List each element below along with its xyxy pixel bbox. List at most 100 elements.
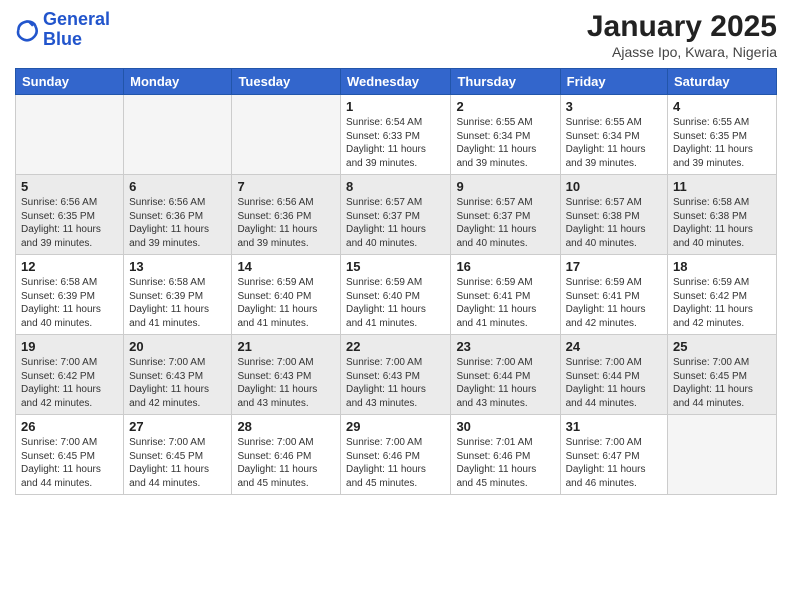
day-info: Sunrise: 7:00 AM Sunset: 6:45 PM Dayligh… — [21, 436, 118, 490]
calendar-cell: 25 Sunrise: 7:00 AM Sunset: 6:45 PM Dayli… — [668, 335, 777, 415]
calendar-cell — [668, 415, 777, 495]
day-number: 8 — [346, 179, 445, 194]
day-info: Sunrise: 7:00 AM Sunset: 6:44 PM Dayligh… — [456, 356, 554, 410]
day-info: Sunrise: 6:58 AM Sunset: 6:39 PM Dayligh… — [129, 276, 226, 330]
day-info: Sunrise: 6:55 AM Sunset: 6:34 PM Dayligh… — [566, 116, 662, 170]
calendar-week-row-2: 5Sunrise: 6:56 AM Sunset: 6:35 PM Daylig… — [16, 175, 777, 255]
calendar-cell: 5Sunrise: 6:56 AM Sunset: 6:35 PM Daylig… — [16, 175, 124, 255]
day-number: 10 — [566, 179, 662, 194]
day-info: Sunrise: 6:55 AM Sunset: 6:35 PM Dayligh… — [673, 116, 771, 170]
day-info: Sunrise: 6:56 AM Sunset: 6:36 PM Dayligh… — [129, 196, 226, 250]
calendar-cell: 1Sunrise: 6:54 AM Sunset: 6:33 PM Daylig… — [341, 95, 451, 175]
calendar-cell: 7 Sunrise: 6:56 AM Sunset: 6:36 PM Daylig… — [232, 175, 341, 255]
day-number: 19 — [21, 339, 118, 354]
day-info: Sunrise: 6:55 AM Sunset: 6:34 PM Dayligh… — [456, 116, 554, 170]
location: Ajasse Ipo, Kwara, Nigeria — [587, 44, 777, 60]
day-number: 14 — [237, 259, 335, 274]
calendar-cell: 16 Sunrise: 6:59 AM Sunset: 6:41 PM Dayli… — [451, 255, 560, 335]
weekday-header-monday: Monday — [124, 69, 232, 95]
calendar-cell: 9 Sunrise: 6:57 AM Sunset: 6:37 PM Daylig… — [451, 175, 560, 255]
calendar-cell: 11 Sunrise: 6:58 AM Sunset: 6:38 PM Dayli… — [668, 175, 777, 255]
day-info: Sunrise: 6:56 AM Sunset: 6:36 PM Dayligh… — [237, 196, 335, 250]
day-info: Sunrise: 7:01 AM Sunset: 6:46 PM Dayligh… — [456, 436, 554, 490]
day-number: 30 — [456, 419, 554, 434]
calendar-cell: 8 Sunrise: 6:57 AM Sunset: 6:37 PM Daylig… — [341, 175, 451, 255]
calendar-cell: 22 Sunrise: 7:00 AM Sunset: 6:43 PM Dayli… — [341, 335, 451, 415]
day-info: Sunrise: 6:58 AM Sunset: 6:39 PM Dayligh… — [21, 276, 118, 330]
day-info: Sunrise: 6:56 AM Sunset: 6:35 PM Dayligh… — [21, 196, 118, 250]
day-number: 12 — [21, 259, 118, 274]
page: General Blue January 2025 Ajasse Ipo, Kw… — [0, 0, 792, 612]
day-number: 4 — [673, 99, 771, 114]
logo-text: General Blue — [43, 10, 110, 50]
calendar-cell: 2 Sunrise: 6:55 AM Sunset: 6:34 PM Daylig… — [451, 95, 560, 175]
calendar-cell: 4 Sunrise: 6:55 AM Sunset: 6:35 PM Daylig… — [668, 95, 777, 175]
calendar-week-row-3: 12 Sunrise: 6:58 AM Sunset: 6:39 PM Dayli… — [16, 255, 777, 335]
day-number: 24 — [566, 339, 662, 354]
calendar-week-row-5: 26 Sunrise: 7:00 AM Sunset: 6:45 PM Dayli… — [16, 415, 777, 495]
day-number: 13 — [129, 259, 226, 274]
day-number: 21 — [237, 339, 335, 354]
day-number: 6 — [129, 179, 226, 194]
day-info: Sunrise: 6:59 AM Sunset: 6:41 PM Dayligh… — [456, 276, 554, 330]
day-info: Sunrise: 7:00 AM Sunset: 6:46 PM Dayligh… — [346, 436, 445, 490]
day-info: Sunrise: 6:57 AM Sunset: 6:37 PM Dayligh… — [456, 196, 554, 250]
weekday-header-tuesday: Tuesday — [232, 69, 341, 95]
calendar-cell: 26 Sunrise: 7:00 AM Sunset: 6:45 PM Dayli… — [16, 415, 124, 495]
calendar-cell — [16, 95, 124, 175]
calendar-cell: 6 Sunrise: 6:56 AM Sunset: 6:36 PM Daylig… — [124, 175, 232, 255]
calendar-cell: 27Sunrise: 7:00 AM Sunset: 6:45 PM Dayli… — [124, 415, 232, 495]
calendar-cell — [232, 95, 341, 175]
day-info: Sunrise: 6:59 AM Sunset: 6:40 PM Dayligh… — [346, 276, 445, 330]
calendar-cell: 29Sunrise: 7:00 AM Sunset: 6:46 PM Dayli… — [341, 415, 451, 495]
day-info: Sunrise: 7:00 AM Sunset: 6:42 PM Dayligh… — [21, 356, 118, 410]
day-number: 3 — [566, 99, 662, 114]
day-info: Sunrise: 6:59 AM Sunset: 6:40 PM Dayligh… — [237, 276, 335, 330]
day-info: Sunrise: 7:00 AM Sunset: 6:43 PM Dayligh… — [346, 356, 445, 410]
calendar-cell: 23Sunrise: 7:00 AM Sunset: 6:44 PM Dayli… — [451, 335, 560, 415]
day-info: Sunrise: 6:57 AM Sunset: 6:37 PM Dayligh… — [346, 196, 445, 250]
day-info: Sunrise: 6:59 AM Sunset: 6:42 PM Dayligh… — [673, 276, 771, 330]
day-number: 15 — [346, 259, 445, 274]
calendar-cell: 3 Sunrise: 6:55 AM Sunset: 6:34 PM Daylig… — [560, 95, 667, 175]
calendar-cell: 30 Sunrise: 7:01 AM Sunset: 6:46 PM Dayli… — [451, 415, 560, 495]
day-number: 25 — [673, 339, 771, 354]
day-info: Sunrise: 7:00 AM Sunset: 6:47 PM Dayligh… — [566, 436, 662, 490]
calendar-cell: 13 Sunrise: 6:58 AM Sunset: 6:39 PM Dayli… — [124, 255, 232, 335]
day-number: 9 — [456, 179, 554, 194]
weekday-header-wednesday: Wednesday — [341, 69, 451, 95]
logo-icon — [15, 18, 39, 42]
calendar-cell: 20Sunrise: 7:00 AM Sunset: 6:43 PM Dayli… — [124, 335, 232, 415]
weekday-header-friday: Friday — [560, 69, 667, 95]
day-info: Sunrise: 7:00 AM Sunset: 6:45 PM Dayligh… — [129, 436, 226, 490]
day-info: Sunrise: 6:57 AM Sunset: 6:38 PM Dayligh… — [566, 196, 662, 250]
day-number: 22 — [346, 339, 445, 354]
month-title: January 2025 — [587, 10, 777, 44]
day-number: 17 — [566, 259, 662, 274]
calendar-week-row-4: 19 Sunrise: 7:00 AM Sunset: 6:42 PM Dayli… — [16, 335, 777, 415]
day-number: 11 — [673, 179, 771, 194]
day-info: Sunrise: 6:58 AM Sunset: 6:38 PM Dayligh… — [673, 196, 771, 250]
header: General Blue January 2025 Ajasse Ipo, Kw… — [15, 10, 777, 60]
calendar-cell: 17 Sunrise: 6:59 AM Sunset: 6:41 PM Dayli… — [560, 255, 667, 335]
day-number: 16 — [456, 259, 554, 274]
day-info: Sunrise: 6:59 AM Sunset: 6:41 PM Dayligh… — [566, 276, 662, 330]
calendar-week-row-1: 1Sunrise: 6:54 AM Sunset: 6:33 PM Daylig… — [16, 95, 777, 175]
day-number: 31 — [566, 419, 662, 434]
logo-line2: Blue — [43, 29, 82, 49]
calendar-cell: 24 Sunrise: 7:00 AM Sunset: 6:44 PM Dayli… — [560, 335, 667, 415]
weekday-header-sunday: Sunday — [16, 69, 124, 95]
calendar-cell: 31 Sunrise: 7:00 AM Sunset: 6:47 PM Dayli… — [560, 415, 667, 495]
weekday-header-saturday: Saturday — [668, 69, 777, 95]
title-block: January 2025 Ajasse Ipo, Kwara, Nigeria — [587, 10, 777, 60]
calendar-cell: 28Sunrise: 7:00 AM Sunset: 6:46 PM Dayli… — [232, 415, 341, 495]
day-info: Sunrise: 7:00 AM Sunset: 6:44 PM Dayligh… — [566, 356, 662, 410]
day-number: 18 — [673, 259, 771, 274]
day-info: Sunrise: 7:00 AM Sunset: 6:45 PM Dayligh… — [673, 356, 771, 410]
day-number: 20 — [129, 339, 226, 354]
calendar-cell: 10 Sunrise: 6:57 AM Sunset: 6:38 PM Dayli… — [560, 175, 667, 255]
day-number: 26 — [21, 419, 118, 434]
day-number: 2 — [456, 99, 554, 114]
calendar-cell: 14 Sunrise: 6:59 AM Sunset: 6:40 PM Dayli… — [232, 255, 341, 335]
day-number: 7 — [237, 179, 335, 194]
